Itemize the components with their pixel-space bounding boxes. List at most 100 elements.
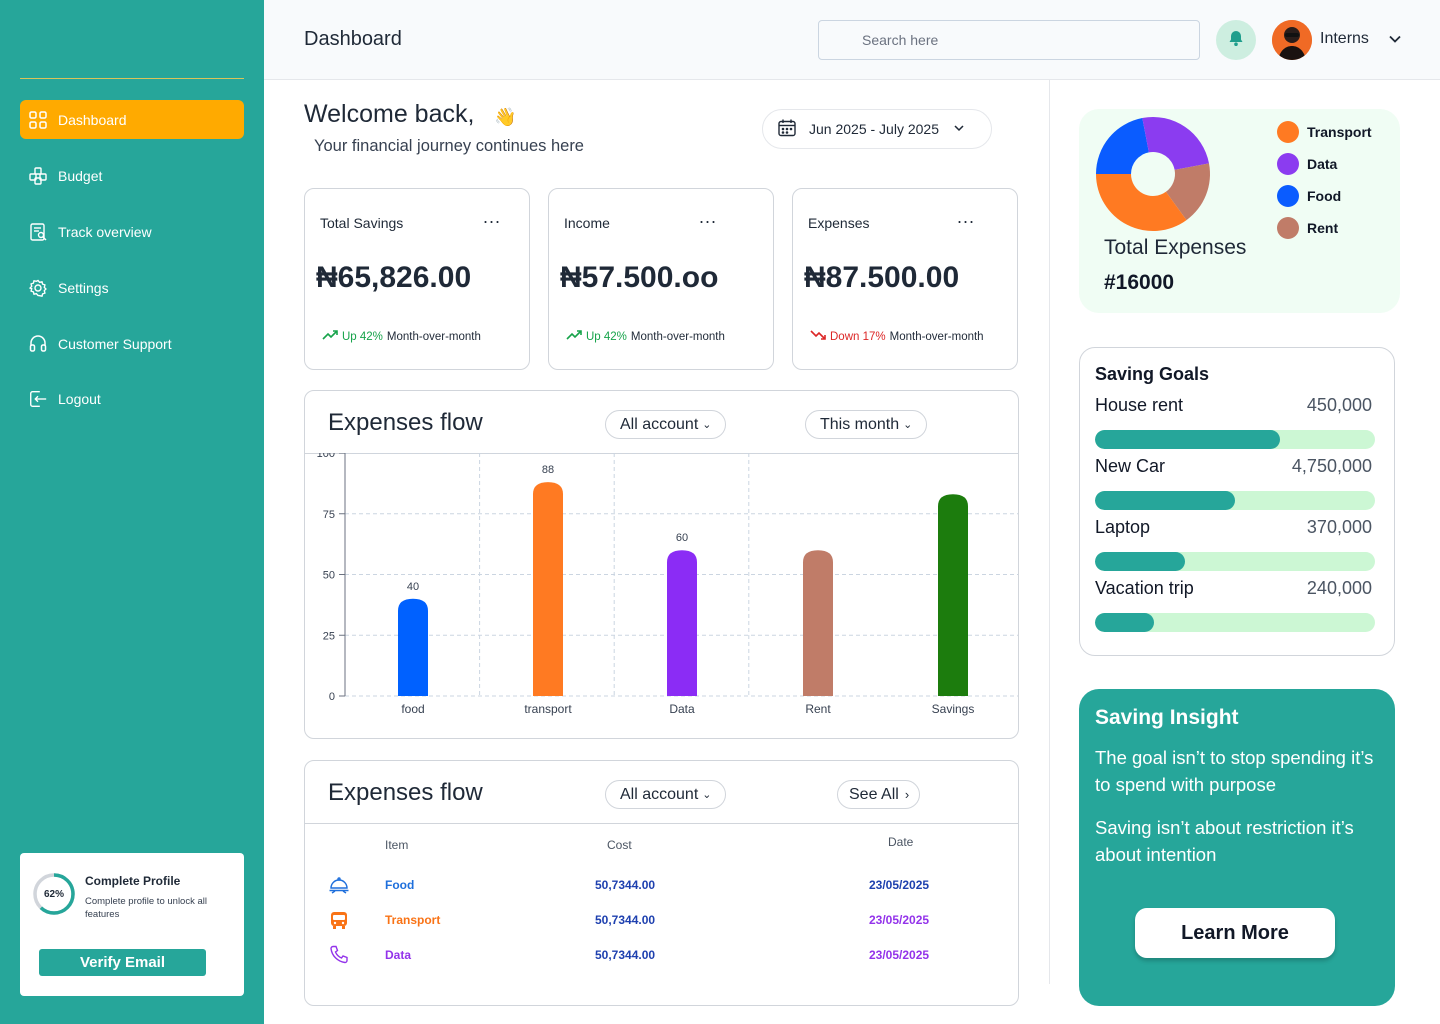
trend-down-icon — [810, 330, 826, 343]
goal-progress-bar — [1095, 430, 1375, 449]
stat-trend: Up 42% Month-over-month — [322, 330, 481, 343]
x-tick-label: transport — [524, 702, 572, 716]
saving-insight-card: Saving Insight The goal isn’t to stop sp… — [1079, 689, 1395, 1006]
bar-data-label: 88 — [542, 464, 554, 476]
sidebar-item-track-overview[interactable]: Track overview — [20, 212, 244, 251]
column-divider — [1049, 80, 1050, 984]
learn-more-button[interactable]: Learn More — [1135, 908, 1335, 958]
account-filter-dropdown[interactable]: All account ⌄ — [605, 410, 727, 439]
more-options-icon[interactable]: ... — [957, 207, 975, 228]
profile-percent: 62% — [43, 888, 64, 900]
row-cost: 50,7344.00 — [595, 878, 656, 892]
insight-title: Saving Insight — [1095, 706, 1239, 729]
sidebar-item-logout[interactable]: Logout — [20, 379, 244, 418]
grid-icon — [28, 110, 48, 130]
date-range-picker[interactable]: Jun 2025 - July 2025 — [762, 109, 992, 149]
goal-amount: 450,000 — [1306, 395, 1372, 415]
profile-progress-ring: 62% — [32, 872, 76, 916]
sidebar-item-customer-support[interactable]: Customer Support — [20, 324, 244, 363]
row-item-transport: Transport — [385, 913, 441, 927]
donut-slice-data — [1142, 117, 1209, 170]
legend-item-transport: Transport — [1277, 121, 1372, 143]
goal-name: New Car — [1095, 456, 1166, 476]
user-name[interactable]: Interns — [1320, 30, 1369, 48]
avatar[interactable] — [1272, 20, 1312, 60]
profile-title: Complete Profile — [85, 874, 181, 888]
trend-change: Up 42% — [342, 330, 383, 343]
row-date: 23/05/2025 — [869, 913, 930, 927]
legend-label: Rent — [1307, 220, 1339, 236]
goal-progress-fill — [1095, 430, 1280, 449]
more-options-icon[interactable]: ... — [483, 207, 501, 228]
bar-rent — [803, 550, 833, 696]
top-header: Dashboard Search here Interns — [264, 0, 1440, 80]
goal-name: House rent — [1095, 395, 1184, 415]
row-item-food: Food — [385, 878, 415, 892]
phone-icon — [328, 944, 350, 971]
expenses-bar-chart: 0 25 50 75 100 40 food 88 transport 60 Data Rent Sav… — [317, 453, 1018, 716]
total-expenses-card: Transport Data Food Rent Total Expenses … — [1079, 109, 1400, 313]
y-tick-label: 0 — [329, 691, 335, 703]
stat-card-income: Income ... ₦57.500.oo Up 42% Month-over-… — [548, 188, 774, 370]
welcome-title: Welcome back, — [304, 100, 475, 128]
chevron-down-icon — [953, 121, 965, 137]
x-tick-label: food — [401, 702, 424, 716]
legend-item-food: Food — [1277, 185, 1341, 207]
sidebar-divider — [20, 78, 244, 79]
legend-item-data: Data — [1277, 153, 1337, 175]
goal-progress-bar — [1095, 613, 1375, 632]
trend-period: Month-over-month — [889, 330, 984, 343]
calendar-icon — [777, 118, 797, 141]
stat-card-total-savings: Total Savings ... ₦65,826.00 Up 42% Mont… — [304, 188, 530, 370]
bus-icon — [328, 909, 350, 936]
sidebar-item-budget[interactable]: Budget — [20, 156, 244, 195]
page-title: Dashboard — [304, 28, 402, 50]
goal-name: Laptop — [1095, 517, 1151, 537]
saving-goals-card: Saving Goals House rent 450,000 New Car … — [1079, 347, 1395, 656]
notification-button[interactable] — [1216, 20, 1256, 60]
row-cost: 50,7344.00 — [595, 948, 656, 962]
goal-amount: 4,750,000 — [1291, 456, 1372, 476]
welcome-subtitle: Your financial journey continues here — [314, 137, 584, 155]
stat-card-expenses: Expenses ... ₦87.500.00 Down 17% Month-o… — [792, 188, 1018, 370]
chart-panel-title: Expenses flow — [328, 409, 483, 436]
table-panel-title: Expenses flow — [328, 779, 483, 806]
boxes-icon — [28, 166, 48, 186]
chevron-down-icon[interactable] — [1388, 32, 1402, 51]
x-tick-label: Savings — [932, 702, 975, 716]
chevron-right-icon: › — [904, 787, 910, 802]
sidebar-item-dashboard[interactable]: Dashboard — [20, 100, 244, 139]
stat-label: Expenses — [808, 215, 870, 231]
expenses-donut-chart — [1096, 117, 1210, 231]
sidebar-item-settings[interactable]: Settings — [20, 268, 244, 307]
bar-transport — [533, 482, 563, 696]
bar-data-label: 60 — [676, 532, 688, 544]
food-cover-icon — [328, 874, 350, 901]
period-filter-dropdown[interactable]: This month ⌄ — [805, 410, 928, 439]
profile-subtitle: Complete profile to unlock all features — [85, 896, 207, 920]
sidebar-item-label: Settings — [58, 279, 109, 296]
legend-dot — [1277, 153, 1299, 175]
y-tick-label: 25 — [323, 630, 335, 642]
sidebar-item-label: Track overview — [58, 223, 152, 240]
insight-paragraph: Saving isn’t about restriction it’s abou… — [1095, 817, 1354, 865]
row-cost: 50,7344.00 — [595, 913, 656, 927]
legend-label: Food — [1307, 188, 1342, 204]
goal-name: Vacation trip — [1095, 578, 1194, 598]
trend-period: Month-over-month — [386, 330, 481, 343]
search-input[interactable]: Search here — [818, 20, 1200, 60]
sidebar: Dashboard Budget Track overview Settings… — [0, 0, 264, 1024]
see-all-button[interactable]: See All › — [837, 780, 921, 809]
more-options-icon[interactable]: ... — [699, 207, 717, 228]
expenses-chart-panel: Expenses flow All account ⌄ This month ⌄… — [304, 390, 1019, 739]
legend-item-rent: Rent — [1277, 217, 1338, 239]
goal-progress-fill — [1095, 491, 1235, 510]
headset-icon — [28, 334, 48, 354]
verify-email-button[interactable]: Verify Email — [39, 949, 206, 976]
y-tick-label: 75 — [323, 509, 335, 521]
bar-data — [667, 550, 697, 696]
wave-icon: 👋 — [494, 107, 517, 127]
table-account-filter-dropdown[interactable]: All account ⌄ — [605, 780, 727, 809]
chevron-down-icon: ⌄ — [702, 789, 712, 801]
legend-dot — [1277, 185, 1299, 207]
